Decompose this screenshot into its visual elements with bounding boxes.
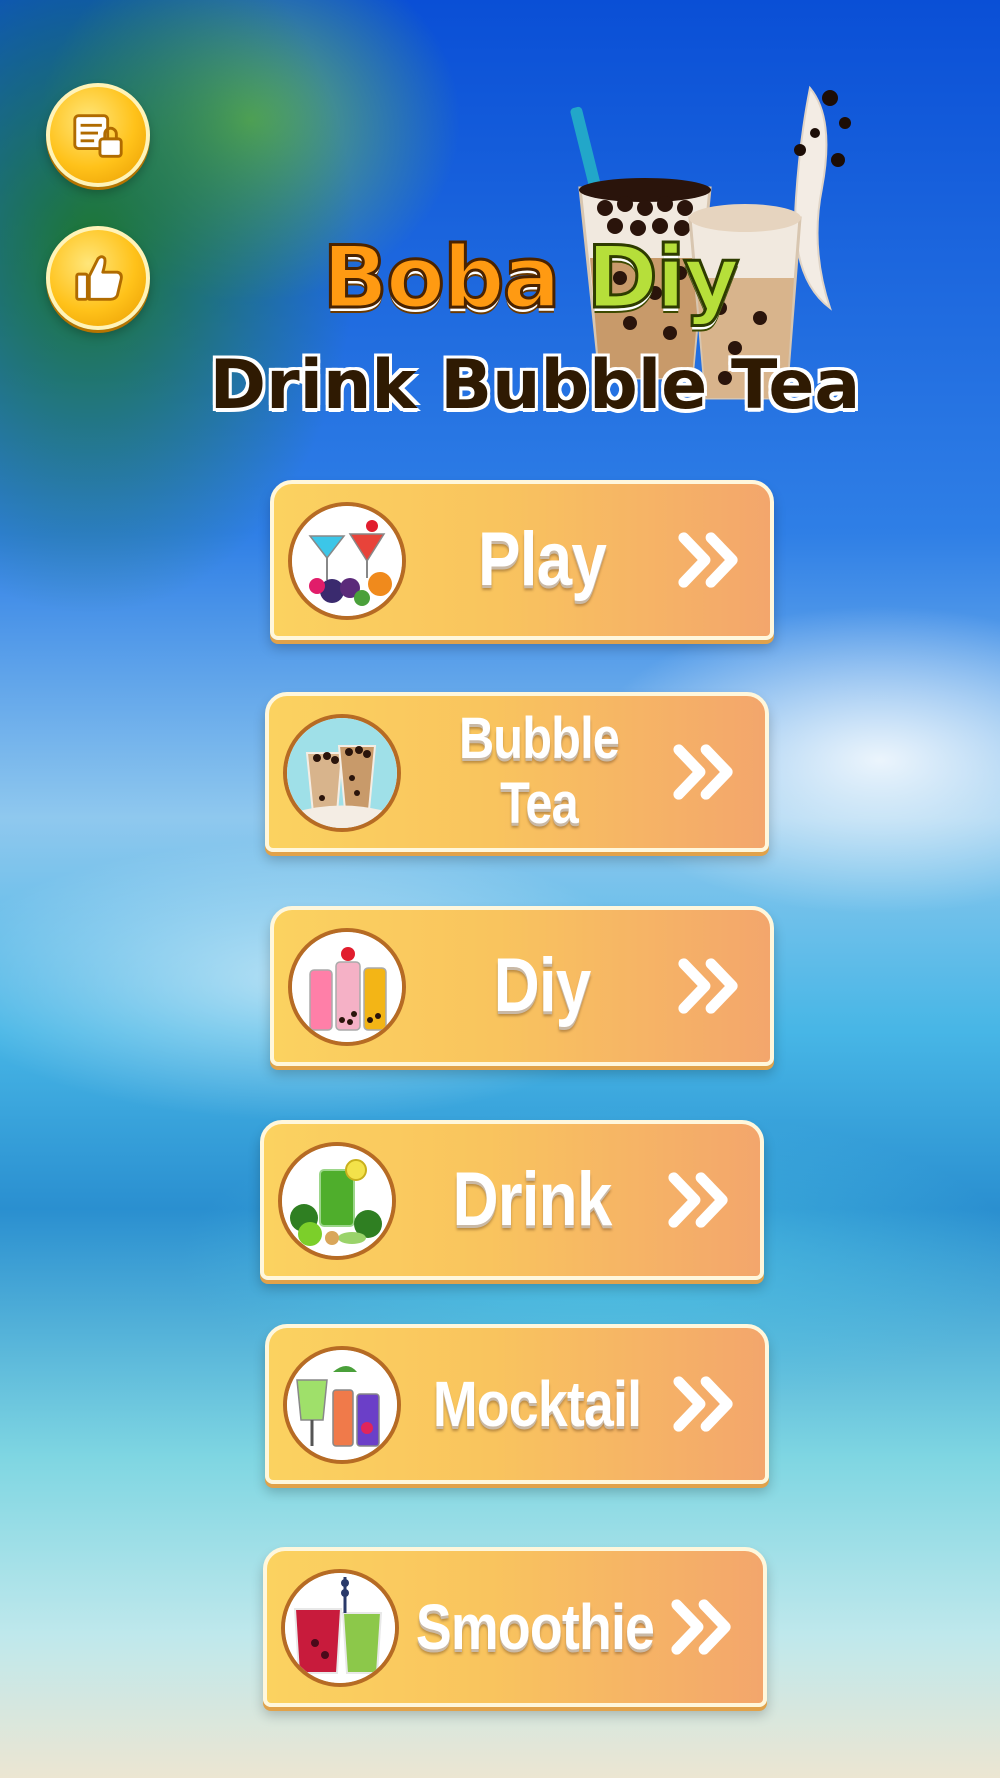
double-chevron-right-icon — [669, 1593, 737, 1661]
privacy-policy-icon — [73, 114, 123, 158]
cocktail-fruit-icon — [288, 502, 406, 620]
play-button[interactable]: Play — [270, 480, 774, 640]
thumbs-up-icon — [75, 255, 123, 301]
bubble-tea-button[interactable]: Bubble Tea — [265, 692, 769, 852]
mocktail-label: Mocktail — [432, 1368, 642, 1440]
smoothie-label: Smoothie — [415, 1591, 655, 1663]
title-word-boba: Boba — [321, 228, 562, 328]
mocktail-button[interactable]: Mocktail — [265, 1324, 769, 1484]
double-chevron-right-icon — [671, 738, 739, 806]
privacy-button[interactable] — [46, 83, 150, 187]
drink-label: Drink — [452, 1157, 613, 1242]
double-chevron-right-icon — [671, 1370, 739, 1438]
double-chevron-right-icon — [676, 526, 744, 594]
like-button[interactable] — [46, 226, 150, 330]
green-juice-icon — [278, 1142, 396, 1260]
double-chevron-right-icon — [666, 1166, 734, 1234]
mocktail-glasses-icon — [283, 1346, 401, 1464]
bubble-tea-cups-icon — [283, 714, 401, 832]
game-title: Boba Diy — [300, 234, 760, 323]
double-chevron-right-icon — [676, 952, 744, 1020]
bubble-tea-label: Bubble Tea — [458, 706, 620, 836]
smoothie-button[interactable]: Smoothie — [263, 1547, 767, 1707]
title-word-diy: Diy — [585, 228, 741, 328]
play-label: Play — [478, 517, 607, 602]
three-drinks-icon — [288, 928, 406, 1046]
diy-label: Diy — [493, 943, 592, 1028]
diy-button[interactable]: Diy — [270, 906, 774, 1066]
smoothie-glasses-icon — [281, 1569, 399, 1687]
drink-button[interactable]: Drink — [260, 1120, 764, 1280]
game-subtitle: Drink Bubble Tea — [209, 346, 861, 425]
